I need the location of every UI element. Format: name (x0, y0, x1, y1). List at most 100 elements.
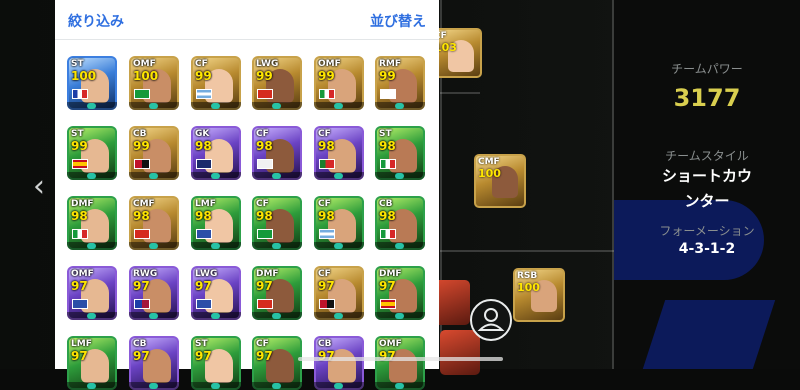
card-position: ST (71, 59, 84, 69)
profile-button[interactable] (470, 299, 512, 341)
card-rating: 100 (478, 167, 501, 180)
status-icon (87, 173, 96, 179)
card-rating: 97 (256, 349, 273, 363)
card-footer (129, 102, 179, 110)
player-card[interactable]: GK 98 (191, 126, 241, 180)
card-position: RSB (517, 271, 538, 281)
card-rating: 97 (379, 279, 396, 293)
pitch-player-card[interactable]: CMF 100 (474, 154, 526, 208)
card-position: RMF (379, 59, 402, 69)
card-rating: 97 (71, 349, 88, 363)
status-icon (87, 243, 96, 249)
card-position: OMF (379, 339, 402, 349)
list-header: 絞り込み 並び替え (55, 0, 439, 40)
status-icon (211, 313, 220, 319)
filter-button[interactable]: 絞り込み (68, 11, 124, 31)
formation-label: フォーメーション (659, 224, 755, 238)
pitch-line (440, 250, 614, 252)
card-position: DMF (379, 269, 402, 279)
nationality-flag-icon (134, 229, 150, 239)
nationality-flag-icon (134, 89, 150, 99)
card-position: ST (195, 339, 208, 349)
status-icon (211, 383, 220, 389)
card-rating: 98 (379, 209, 396, 223)
player-card[interactable]: ST 98 (375, 126, 425, 180)
player-card[interactable]: LMF 98 (191, 196, 241, 250)
nationality-flag-icon (380, 89, 396, 99)
card-position: LMF (195, 199, 216, 209)
player-card[interactable]: RWG 97 (129, 266, 179, 320)
player-card[interactable]: ST 99 (67, 126, 117, 180)
card-footer (252, 172, 302, 180)
player-card[interactable]: CB 97 (314, 336, 364, 390)
player-card[interactable]: CF 98 (252, 126, 302, 180)
player-card[interactable]: CF 98 (252, 196, 302, 250)
nationality-flag-icon (319, 159, 335, 169)
nationality-flag-icon (257, 299, 273, 309)
card-position: LMF (71, 339, 92, 349)
status-icon (211, 173, 220, 179)
card-position: CF (256, 199, 269, 209)
card-position: CB (379, 199, 393, 209)
player-card[interactable]: CF 97 (314, 266, 364, 320)
chevron-left-icon[interactable]: ‹ (33, 172, 45, 202)
player-card[interactable]: LWG 99 (252, 56, 302, 110)
pitch-line (440, 92, 480, 94)
card-footer (314, 102, 364, 110)
card-position: DMF (71, 199, 94, 209)
nationality-flag-icon (72, 159, 88, 169)
card-rating: 97 (71, 279, 88, 293)
player-card[interactable]: CMF 98 (129, 196, 179, 250)
card-footer (191, 172, 241, 180)
player-card[interactable]: OMF 97 (375, 336, 425, 390)
card-position: ST (71, 129, 84, 139)
status-icon (334, 173, 343, 179)
status-icon (149, 383, 158, 389)
team-style-label: チームスタイル (665, 149, 749, 163)
card-position: CF (256, 129, 269, 139)
card-rating: 99 (379, 69, 396, 83)
nationality-flag-icon (380, 159, 396, 169)
card-rating: 99 (318, 69, 335, 83)
player-card[interactable]: ST 100 (67, 56, 117, 110)
team-style-value-cont: ンター (684, 192, 730, 210)
player-card[interactable]: CB 99 (129, 126, 179, 180)
card-rating: 99 (195, 69, 212, 83)
status-icon (334, 103, 343, 109)
card-footer (67, 102, 117, 110)
player-card[interactable]: CF 98 (314, 126, 364, 180)
card-position: CMF (478, 157, 500, 167)
card-rating: 100 (71, 69, 97, 83)
card-footer (67, 382, 117, 390)
card-footer (129, 312, 179, 320)
player-card[interactable]: CB 98 (375, 196, 425, 250)
player-card[interactable]: ST 97 (191, 336, 241, 390)
player-card[interactable]: CF 99 (191, 56, 241, 110)
player-card[interactable]: CF 98 (314, 196, 364, 250)
card-footer (67, 242, 117, 250)
card-position: CB (133, 129, 147, 139)
player-card[interactable]: LMF 97 (67, 336, 117, 390)
card-position: OMF (133, 59, 156, 69)
player-card[interactable]: OMF 99 (314, 56, 364, 110)
card-footer (191, 102, 241, 110)
player-card[interactable]: OMF 100 (129, 56, 179, 110)
status-icon (395, 103, 404, 109)
decorative-blue-shape (642, 300, 776, 369)
player-card[interactable]: CB 97 (129, 336, 179, 390)
player-card[interactable]: DMF 97 (252, 266, 302, 320)
pitch-player-card[interactable]: RSB 100 (513, 268, 565, 322)
player-card[interactable]: DMF 98 (67, 196, 117, 250)
player-card[interactable]: OMF 97 (67, 266, 117, 320)
nationality-flag-icon (319, 299, 335, 309)
card-rating: 100 (517, 281, 540, 294)
player-card[interactable]: RMF 99 (375, 56, 425, 110)
nationality-flag-icon (72, 89, 88, 99)
player-card[interactable]: CF 97 (252, 336, 302, 390)
player-card[interactable]: DMF 97 (375, 266, 425, 320)
card-footer (191, 382, 241, 390)
sort-button[interactable]: 並び替え (370, 11, 426, 31)
card-position: GK (195, 129, 210, 139)
player-card[interactable]: LWG 97 (191, 266, 241, 320)
status-icon (211, 243, 220, 249)
